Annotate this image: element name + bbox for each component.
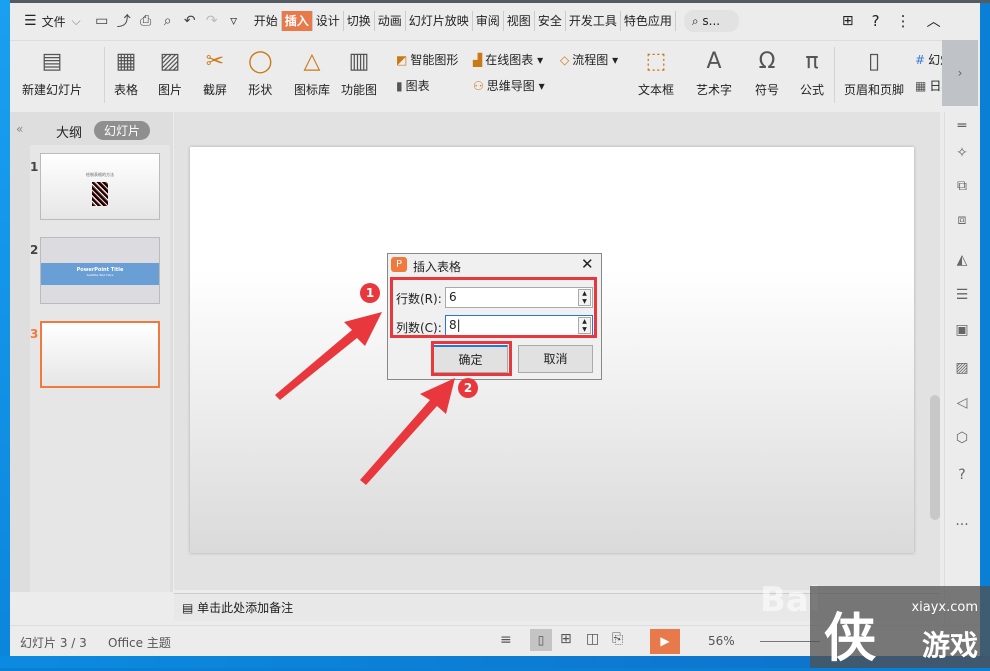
watermark-logo: 侠 xyxy=(824,609,877,669)
arrow-2 xyxy=(360,378,455,485)
site-watermark: xiayx.com 侠 游戏 xyxy=(810,586,990,669)
arrow-1 xyxy=(275,312,382,400)
annotation-arrows xyxy=(275,312,455,485)
watermark-logo-text: 游戏 xyxy=(921,629,978,662)
watermark-site: xiayx.com xyxy=(911,600,978,615)
